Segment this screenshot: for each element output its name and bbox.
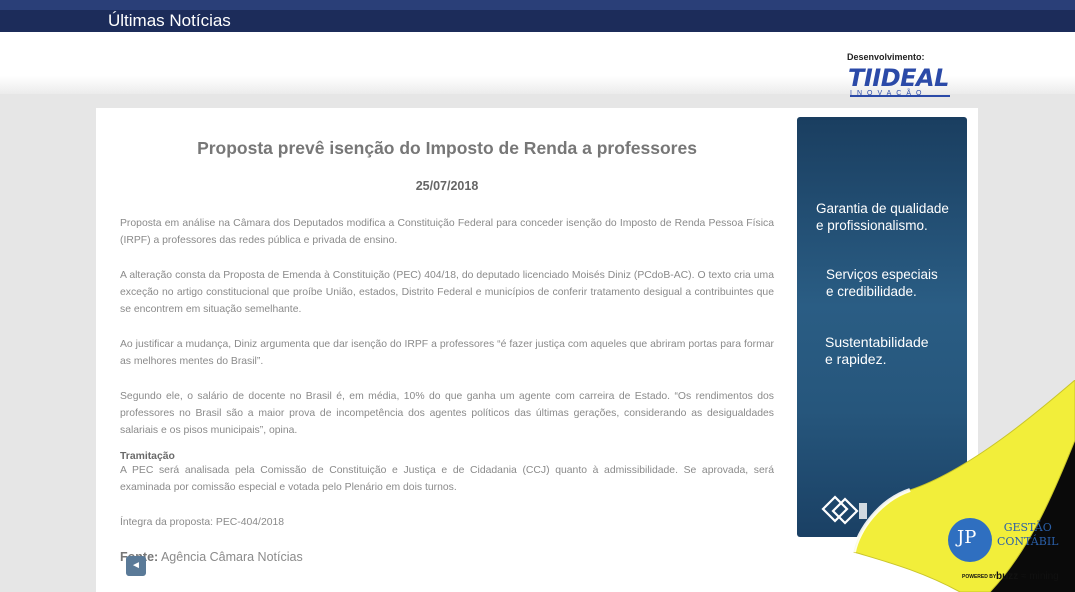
brand-circle-icon: JP xyxy=(948,518,992,562)
ad-line: Garantia de qualidade e profissionalismo… xyxy=(816,200,949,234)
section-title: Últimas Notícias xyxy=(108,11,231,30)
logo-underline xyxy=(850,95,950,97)
mining-text: mining xyxy=(1029,571,1059,582)
article-source: Fonte: Agência Câmara Notícias xyxy=(120,550,774,564)
integra-link[interactable]: Íntegra da proposta: PEC-404/2018 xyxy=(120,514,774,531)
header: Desenvolvimento: TIIDEAL INOVAÇÃO xyxy=(0,32,1075,97)
waveform-icon: ≈ xyxy=(1018,571,1030,582)
buzzmining-logo: buzz ≈ mining xyxy=(996,571,1059,582)
buzz-text: buzz xyxy=(996,571,1019,582)
brand-name: GESTÃO CONTÁBIL xyxy=(997,521,1058,549)
brand-name-line: CONTÁBIL xyxy=(997,535,1059,548)
ad-line: Sustentabilidade e rapidez. xyxy=(825,334,929,368)
article-paragraph: A PEC será analisada pela Comissão de Co… xyxy=(120,465,774,493)
ad-line-text: Sustentabilidade xyxy=(825,334,929,350)
ad-line-text: e rapidez. xyxy=(825,351,887,367)
article: Proposta prevê isenção do Imposto de Ren… xyxy=(120,108,774,564)
powered-by-label: POWERED BY xyxy=(962,574,997,580)
ad-line-text: Garantia de qualidade xyxy=(816,201,949,216)
article-paragraph: A alteração consta da Proposta de Emenda… xyxy=(120,270,774,315)
brand-initials: JP xyxy=(957,527,977,548)
ad-line: Serviços especiais e credibilidade. xyxy=(826,266,938,300)
tiideal-logo[interactable]: TIIDEAL INOVAÇÃO xyxy=(848,65,952,103)
source-value: Agência Câmara Notícias xyxy=(158,550,303,564)
logo-wordmark: TIIDEAL xyxy=(848,64,949,92)
developer-label: Desenvolvimento: xyxy=(847,52,925,62)
ad-line-text: e profissionalismo. xyxy=(816,218,928,233)
back-button[interactable]: ◄ xyxy=(126,556,146,576)
article-paragraph: Segundo ele, o salário de docente no Bra… xyxy=(120,391,774,436)
subheading: Tramitação xyxy=(120,451,175,462)
ad-line-text: Serviços especiais xyxy=(826,267,938,282)
article-paragraph: Proposta em análise na Câmara dos Deputa… xyxy=(120,218,774,246)
gestao-contabil-logo[interactable]: JP GESTÃO CONTÁBIL POWERED BY buzz ≈ min… xyxy=(948,516,1075,592)
brand-name-line: GESTÃO xyxy=(1003,521,1052,534)
article-paragraph: Ao justificar a mudança, Diniz argumenta… xyxy=(120,339,774,367)
article-title: Proposta prevê isenção do Imposto de Ren… xyxy=(197,138,697,158)
top-bar: Últimas Notícias xyxy=(0,0,1075,32)
article-date: 25/07/2018 xyxy=(415,179,479,193)
ad-line-text: e credibilidade. xyxy=(826,284,917,299)
